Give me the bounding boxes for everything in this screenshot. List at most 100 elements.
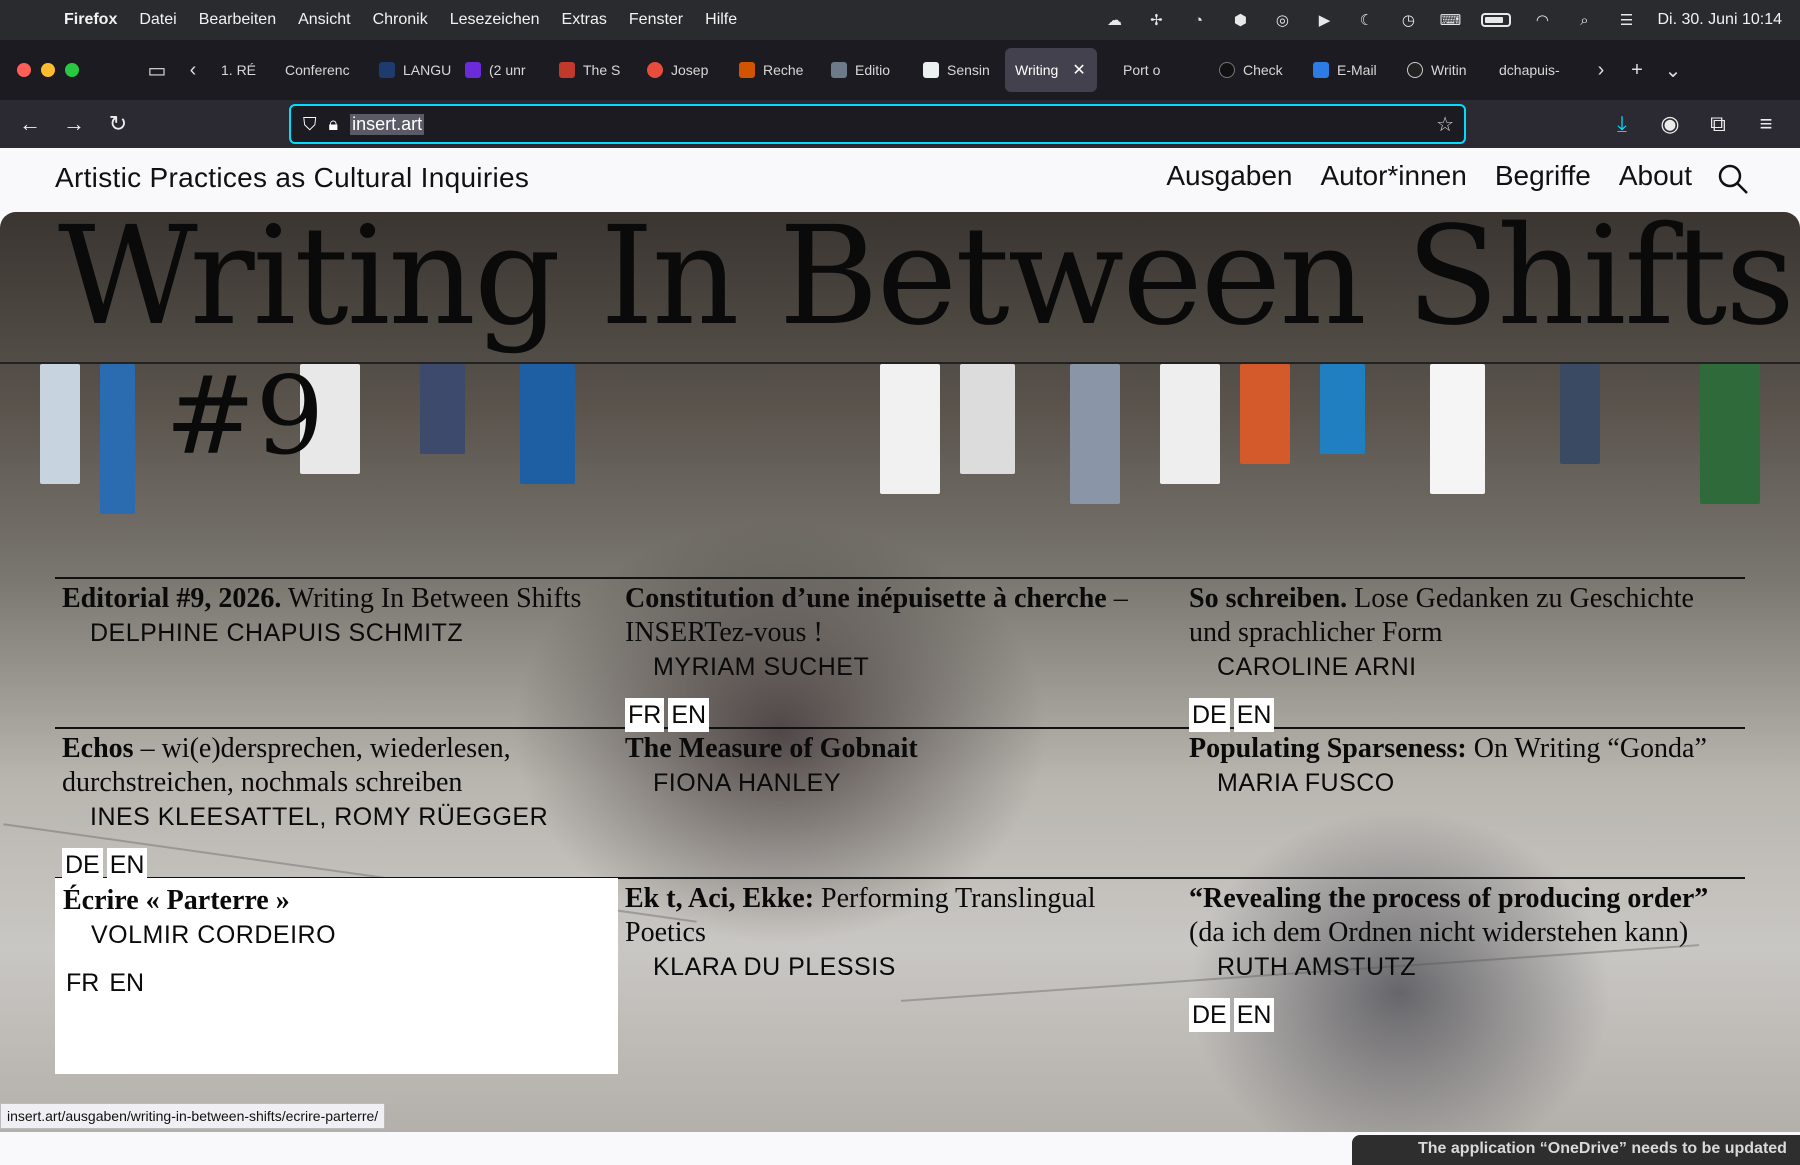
article-card[interactable]: Ek t, Aci, Ekke: Performing Translingual… [625, 882, 1165, 984]
close-tab-icon[interactable]: ✕ [1072, 60, 1085, 80]
tab-11[interactable]: Port o [1113, 48, 1209, 92]
broadcast-icon[interactable]: ◎ [1271, 9, 1293, 31]
ghost-app-icon[interactable]: ⬢ [1229, 9, 1251, 31]
lang-de-link[interactable]: DE [62, 848, 103, 882]
article-title[interactable]: Constitution d’une inépuisette à cherche [625, 583, 1107, 614]
close-window-button[interactable] [17, 63, 31, 77]
menu-fenster[interactable]: Fenster [629, 11, 683, 29]
lang-de-link[interactable]: DE [1189, 998, 1230, 1032]
tab-4[interactable]: (2 unr [455, 48, 549, 92]
lang-de-link[interactable]: DE [1189, 698, 1230, 732]
article-card[interactable]: Editorial #9, 2026. Writing In Between S… [62, 582, 602, 650]
article-author[interactable]: MYRIAM SUCHET [653, 650, 1165, 684]
spotlight-search-icon[interactable]: ⌕ [1573, 9, 1595, 31]
download-icon[interactable]: ⤓ [1600, 104, 1644, 144]
tab-5[interactable]: The S [549, 48, 637, 92]
back-arrow-icon[interactable]: ← [8, 104, 52, 144]
article-title[interactable]: Écrire « Parterre » [63, 885, 290, 916]
article-title[interactable]: The Measure of Gobnait [625, 733, 918, 764]
lang-en-link[interactable]: EN [1233, 698, 1275, 732]
new-tab-icon[interactable]: + [1619, 52, 1655, 88]
tab-3[interactable]: LANGU [369, 48, 455, 92]
search-icon[interactable] [1716, 162, 1750, 196]
article-card[interactable]: Populating Sparseness: On Writing “Gonda… [1189, 732, 1729, 800]
lang-en-link[interactable]: EN [106, 848, 148, 882]
tab-8[interactable]: Editio [821, 48, 913, 92]
url-bar[interactable]: ⛉ 🔒︎ insert.art ☆ [289, 104, 1466, 144]
reload-icon[interactable]: ↻ [96, 104, 140, 144]
nav-ausgaben[interactable]: Ausgaben [1166, 160, 1292, 192]
article-title[interactable]: Ek t, Aci, Ekke: [625, 883, 814, 914]
app-menu-icon[interactable]: ≡ [1744, 104, 1788, 144]
article-title[interactable]: “Revealing the process of producing orde… [1189, 883, 1708, 914]
nav-begriffe[interactable]: Begriffe [1495, 160, 1591, 192]
zoom-window-button[interactable] [65, 63, 79, 77]
article-subtitle[interactable]: (da ich dem Ordnen nicht widerstehen kan… [1189, 917, 1688, 948]
tab-9[interactable]: Sensin [913, 48, 1005, 92]
url-text[interactable]: insert.art [350, 113, 425, 135]
pinwheel-icon[interactable]: ✢ [1145, 9, 1167, 31]
article-title[interactable]: So schreiben. [1189, 583, 1347, 614]
lang-fr-link[interactable]: FR [625, 698, 665, 732]
article-author[interactable]: KLARA DU PLESSIS [653, 950, 1165, 984]
list-all-tabs-icon[interactable]: ⌄ [1655, 52, 1691, 88]
onedrive-notification[interactable]: The application “OneDrive” needs to be u… [1352, 1135, 1800, 1165]
account-icon[interactable]: ◉ [1648, 104, 1692, 144]
article-subtitle[interactable]: On Writing “Gonda” [1474, 733, 1707, 764]
article-subtitle[interactable]: Writing In Between Shifts [288, 583, 582, 614]
tab-14[interactable]: Writin [1397, 48, 1489, 92]
article-title[interactable]: Populating Sparseness: [1189, 733, 1467, 764]
article-author[interactable]: MARIA FUSCO [1217, 766, 1729, 800]
article-title[interactable]: Editorial #9, 2026. [62, 583, 281, 614]
play-circle-icon[interactable]: ▶ [1313, 9, 1335, 31]
battery-icon[interactable] [1481, 13, 1512, 27]
article-author[interactable]: INES KLEESATTEL, ROMY RÜEGGER [90, 800, 602, 834]
forward-arrow-icon[interactable]: → [52, 104, 96, 144]
article-author[interactable]: CAROLINE ARNI [1217, 650, 1729, 684]
article-author[interactable]: RUTH AMSTUTZ [1217, 950, 1729, 984]
lock-icon[interactable]: 🔒︎ [329, 114, 339, 135]
tab-active-writing[interactable]: Writing ✕ [1005, 48, 1097, 92]
article-card[interactable]: Constitution d’une inépuisette à cherche… [625, 582, 1165, 732]
article-card[interactable]: The Measure of Gobnait FIONA HANLEY [625, 732, 1165, 800]
menubar-clock[interactable]: Di. 30. Juni 10:14 [1657, 11, 1782, 29]
menu-extras[interactable]: Extras [562, 11, 607, 29]
crescent-loader-icon[interactable]: ◔ [1187, 9, 1209, 31]
time-machine-icon[interactable]: ◷ [1397, 9, 1419, 31]
menu-ansicht[interactable]: Ansicht [298, 11, 350, 29]
tab-15[interactable]: dchapuis- [1489, 48, 1583, 92]
tabs-scroll-left-icon[interactable]: ‹ [175, 52, 211, 88]
tab-12[interactable]: Check [1209, 48, 1303, 92]
wifi-icon[interactable]: ◠ [1531, 9, 1553, 31]
extensions-puzzle-icon[interactable]: ⧉ [1696, 104, 1740, 144]
lang-en-link[interactable]: EN [106, 966, 148, 1000]
tab-7[interactable]: Reche [729, 48, 821, 92]
tab-1[interactable]: 1. RÉ [211, 48, 275, 92]
article-author[interactable]: FIONA HANLEY [653, 766, 1165, 800]
input-source-icon[interactable]: ⌨ [1439, 9, 1462, 31]
article-card[interactable]: Echos – wi(e)dersprechen, wiederlesen, d… [62, 732, 602, 882]
lang-en-link[interactable]: EN [668, 698, 710, 732]
tab-6[interactable]: Josep [637, 48, 729, 92]
article-author[interactable]: VOLMIR CORDEIRO [91, 918, 610, 952]
tab-2[interactable]: Conferenc [275, 48, 369, 92]
nav-about[interactable]: About [1619, 160, 1692, 192]
menu-datei[interactable]: Datei [139, 11, 176, 29]
article-title[interactable]: Echos [62, 733, 134, 764]
menu-bearbeiten[interactable]: Bearbeiten [199, 11, 276, 29]
menu-app-firefox[interactable]: Firefox [64, 11, 117, 29]
minimize-window-button[interactable] [41, 63, 55, 77]
bookmark-star-icon[interactable]: ☆ [1436, 112, 1454, 137]
article-card-hovered[interactable]: Écrire « Parterre » VOLMIR CORDEIRO FR E… [55, 878, 618, 1074]
tab-overview-icon[interactable]: ▭ [139, 52, 175, 88]
article-card[interactable]: “Revealing the process of producing orde… [1189, 882, 1729, 1032]
lang-en-link[interactable]: EN [1233, 998, 1275, 1032]
site-title[interactable]: Artistic Practices as Cultural Inquiries [55, 162, 529, 194]
tabs-scroll-right-icon[interactable]: › [1583, 52, 1619, 88]
shield-icon[interactable]: ⛉ [303, 114, 317, 135]
article-author[interactable]: DELPHINE CHAPUIS SCHMITZ [90, 616, 602, 650]
article-card[interactable]: So schreiben. Lose Gedanken zu Geschicht… [1189, 582, 1729, 732]
menu-hilfe[interactable]: Hilfe [705, 11, 737, 29]
control-center-icon[interactable]: ☰ [1615, 9, 1637, 31]
cloud-sync-icon[interactable]: ☁ [1103, 9, 1125, 31]
